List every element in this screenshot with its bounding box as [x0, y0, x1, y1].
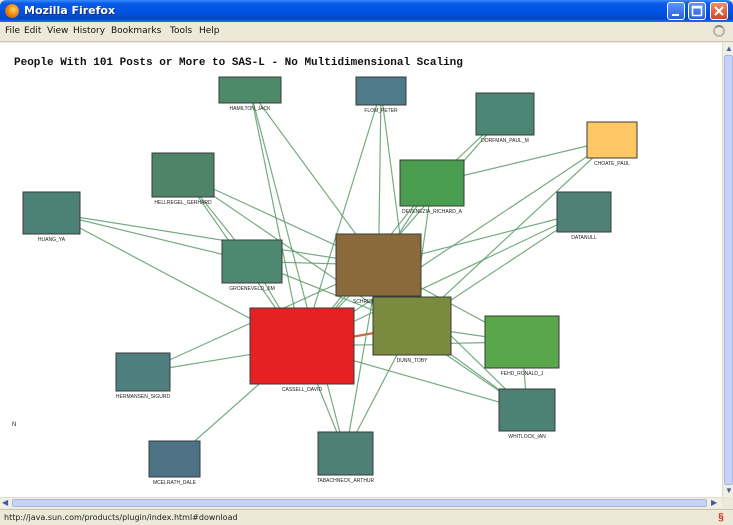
graph-node-hermansen[interactable]: HERMANSEN_SIGURD: [115, 352, 171, 400]
node-box[interactable]: [317, 431, 374, 476]
graph-node-huang[interactable]: HUANG_YA: [22, 191, 81, 243]
node-box[interactable]: [399, 159, 465, 207]
node-label: TABACHNECK_ARTHUR: [317, 478, 375, 484]
graph-node-helbrecht[interactable]: HELLREGEL_GERHARD: [151, 152, 215, 206]
scroll-right-icon[interactable]: ▶: [711, 499, 717, 507]
node-label: DORFMAN_PAUL_M: [481, 138, 529, 144]
node-label: FEHD_RONALD_J: [501, 371, 544, 377]
minimize-button[interactable]: [667, 2, 685, 20]
graph-node-flom[interactable]: FLOM_PETER: [355, 76, 407, 114]
node-box[interactable]: [22, 191, 81, 235]
page-title: People With 101 Posts or More to SAS-L -…: [14, 57, 463, 69]
graph-node-cassell[interactable]: CASSELL_DAVID: [249, 307, 355, 393]
vertical-scroll-thumb[interactable]: [724, 55, 733, 485]
status-url: http://java.sun.com/products/plugin/inde…: [4, 513, 238, 522]
node-box[interactable]: [372, 296, 452, 356]
node-label: GROENEVELD_JIM: [229, 286, 275, 292]
maximize-button[interactable]: [688, 2, 706, 20]
graph-node-whitlock[interactable]: WHITLOCK_IAN: [498, 388, 556, 440]
node-label: CASSELL_DAVID: [282, 387, 323, 393]
node-box[interactable]: [556, 191, 612, 233]
node-label: HUANG_YA: [38, 237, 66, 243]
minimize-icon: [672, 14, 679, 16]
graph-node-fehd[interactable]: FEHD_RONALD_J: [484, 315, 560, 377]
horizontal-scrollbar[interactable]: ◀ ▶: [0, 497, 722, 508]
node-box[interactable]: [151, 152, 215, 198]
node-box[interactable]: [148, 440, 201, 478]
browser-window: Mozilla Firefox File Edit View History B…: [0, 0, 733, 525]
node-box[interactable]: [221, 239, 283, 284]
node-label: HAMILTON_JACK: [230, 106, 272, 112]
status-bar: http://java.sun.com/products/plugin/inde…: [0, 509, 733, 525]
firefox-icon: [5, 4, 19, 18]
menu-tools[interactable]: Tools: [170, 26, 192, 36]
node-label: DUNN_TOBY: [397, 358, 428, 364]
node-box[interactable]: [484, 315, 560, 369]
vertical-scrollbar[interactable]: ▲ ▼: [722, 43, 733, 497]
graph-node-choate[interactable]: CHOATE_PAUL: [586, 121, 638, 167]
menu-history[interactable]: History: [73, 26, 105, 36]
graph-node-schreier[interactable]: SCHREIER_HOWARD: [335, 233, 422, 305]
node-label: MCELRATH_DALE: [153, 480, 197, 486]
graph-node-tabachneck[interactable]: TABACHNECK_ARTHUR: [317, 431, 375, 484]
node-box[interactable]: [115, 352, 171, 392]
close-icon: [714, 6, 724, 16]
node-box[interactable]: [498, 388, 556, 432]
menu-view[interactable]: View: [47, 26, 68, 36]
title-bar[interactable]: Mozilla Firefox: [0, 0, 733, 22]
node-box[interactable]: [335, 233, 422, 297]
scroll-down-icon[interactable]: ▼: [725, 487, 733, 495]
node-label: DATANULL: [571, 235, 597, 241]
page-content: HAMILTON_JACK FLOM_PETER DORFMAN_PAUL_M CHO…: [0, 43, 722, 497]
node-box[interactable]: [475, 92, 535, 136]
throbber-icon: [713, 25, 725, 37]
menu-bookmarks[interactable]: Bookmarks: [111, 26, 161, 36]
node-label: WHITLOCK_IAN: [508, 434, 546, 440]
network-graph: HAMILTON_JACK FLOM_PETER DORFMAN_PAUL_M CHO…: [22, 76, 638, 486]
side-marker: N: [12, 422, 17, 428]
graph-node-devenezia[interactable]: DEVENEZIA_RICHARD_A: [399, 159, 465, 215]
node-label: HERMANSEN_SIGURD: [116, 394, 171, 400]
graph-node-datanull[interactable]: DATANULL: [556, 191, 612, 241]
graph-node-dunn[interactable]: DUNN_TOBY: [372, 296, 452, 364]
close-button[interactable]: [710, 2, 728, 20]
menu-help[interactable]: Help: [199, 26, 220, 36]
node-box[interactable]: [218, 76, 282, 104]
scroll-left-icon[interactable]: ◀: [2, 499, 8, 507]
scroll-up-icon[interactable]: ▲: [725, 45, 733, 53]
graph-node-mcelrath[interactable]: MCELRATH_DALE: [148, 440, 201, 486]
java-plugin-icon[interactable]: §: [715, 512, 727, 524]
node-box[interactable]: [355, 76, 407, 106]
node-box[interactable]: [249, 307, 355, 385]
node-label: FLOM_PETER: [364, 108, 398, 114]
maximize-icon: [691, 5, 703, 17]
graph-node-hamilton[interactable]: HAMILTON_JACK: [218, 76, 282, 112]
horizontal-scroll-thumb[interactable]: [12, 499, 707, 507]
node-label: CHOATE_PAUL: [594, 161, 630, 167]
menu-edit[interactable]: Edit: [24, 26, 41, 36]
menu-bar: File Edit View History Bookmarks Tools H…: [0, 22, 733, 42]
node-label: DEVENEZIA_RICHARD_A: [402, 209, 463, 215]
menu-file[interactable]: File: [5, 26, 20, 36]
window-title: Mozilla Firefox: [24, 4, 116, 17]
node-box[interactable]: [586, 121, 638, 159]
graph-node-groeneveld[interactable]: GROENEVELD_JIM: [221, 239, 283, 292]
node-label: HELLREGEL_GERHARD: [154, 200, 212, 206]
